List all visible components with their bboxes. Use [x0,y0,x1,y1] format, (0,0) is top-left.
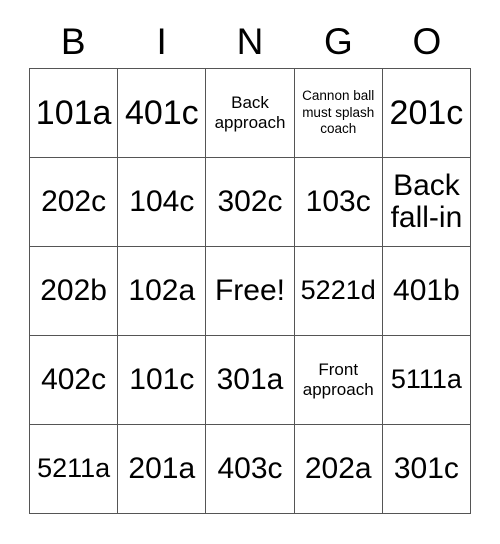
bingo-cell[interactable]: 201a [118,425,207,514]
bingo-cell-label: 302c [217,184,283,218]
bingo-cell-label: 102a [128,273,196,307]
bingo-cell[interactable]: 5111a [382,336,472,425]
bingo-free-space-label: Free! [214,273,286,307]
bingo-cell-label: 402c [41,362,107,396]
bingo-card: B I N G O 101a 401c Back approach Cannon… [29,14,472,514]
bingo-cell[interactable]: 201c [382,69,472,158]
bingo-cell[interactable]: 302c [206,158,295,247]
bingo-cell[interactable]: 202c [30,158,119,247]
bingo-cell[interactable]: Back approach [206,69,295,158]
bingo-cell[interactable]: 5211a [30,425,119,514]
bingo-cell-label: 301c [393,451,459,485]
bingo-header-letter-n: N [236,20,264,62]
bingo-cell-label: 201c [389,93,464,132]
bingo-row: 101a 401c Back approach Cannon ball must… [30,69,472,158]
bingo-cell[interactable]: 301a [206,336,295,425]
bingo-cell[interactable]: 104c [118,158,207,247]
bingo-cell-label: 5221d [300,275,376,306]
bingo-cell[interactable]: 402c [30,336,119,425]
bingo-cell[interactable]: Cannon ball must splash coach [294,69,383,158]
bingo-header-letter-b: B [60,20,86,62]
bingo-cell-label: 401c [124,93,199,132]
bingo-cell-label: 202a [304,451,372,485]
bingo-header-letter-i: I [156,20,167,62]
bingo-cell-label: 201a [128,451,196,485]
bingo-row: 202c 104c 302c 103c Back fall-in [30,158,472,247]
bingo-cell[interactable]: Front approach [294,336,383,425]
bingo-cell-label: Back fall-in [390,168,463,234]
bingo-row: 5211a 201a 403c 202a 301c [30,425,472,514]
bingo-cell-label: 104c [129,184,195,218]
bingo-cell[interactable]: 101c [118,336,207,425]
bingo-cell-label: 5211a [37,453,111,484]
bingo-header-row: B I N G O [29,14,471,68]
bingo-cell[interactable]: 102a [118,247,207,336]
bingo-cell-label: 301a [216,362,284,396]
bingo-cell-label: 101c [129,362,195,396]
bingo-free-space[interactable]: Free! [206,247,295,336]
bingo-cell[interactable]: Back fall-in [382,158,472,247]
bingo-cell[interactable]: 401b [382,247,472,336]
bingo-row: 202b 102a Free! 5221d 401b [30,247,472,336]
bingo-cell-label: Back approach [214,93,286,132]
bingo-cell[interactable]: 202a [294,425,383,514]
bingo-cell[interactable]: 101a [30,69,119,158]
bingo-cell[interactable]: 103c [294,158,383,247]
bingo-cell[interactable]: 301c [382,425,472,514]
bingo-header-letter-g: G [324,20,353,62]
bingo-row: 402c 101c 301a Front approach 5111a [30,336,472,425]
bingo-cell-label: 5111a [390,364,462,395]
bingo-header-letter-o: O [412,20,442,62]
bingo-cell-label: Cannon ball must splash coach [302,87,375,137]
bingo-cell[interactable]: 5221d [294,247,383,336]
bingo-cell-label: 202b [40,273,107,307]
bingo-cell[interactable]: 202b [30,247,119,336]
bingo-cell-label: 403c [217,451,283,485]
bingo-cell[interactable]: 403c [206,425,295,514]
bingo-cell-label: 101a [35,93,112,132]
bingo-cell-label: 401b [393,273,460,307]
bingo-cell-label: 103c [305,184,371,218]
bingo-cell-label: 202c [41,184,107,218]
bingo-cell-label: Front approach [302,360,374,399]
bingo-grid: 101a 401c Back approach Cannon ball must… [29,68,472,514]
bingo-cell[interactable]: 401c [118,69,207,158]
